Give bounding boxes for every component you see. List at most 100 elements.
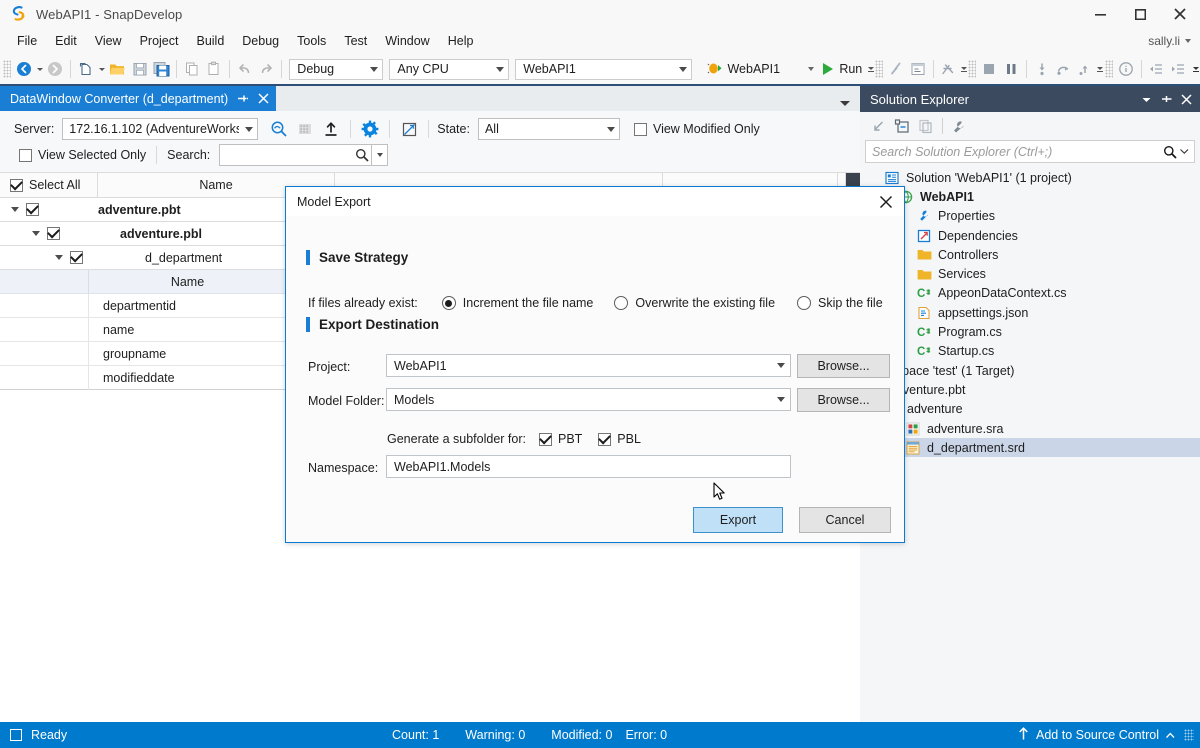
view-selected-only-checkbox[interactable]: View Selected Only [19, 148, 146, 162]
preview-search-icon[interactable] [266, 117, 292, 141]
tree-node-appeondatacontext[interactable]: C AppeonDataContext.cs [860, 284, 1200, 303]
save-all-icon[interactable] [151, 57, 173, 81]
pause-icon[interactable] [1000, 57, 1022, 81]
menu-window[interactable]: Window [376, 31, 438, 51]
new-item-icon[interactable] [75, 57, 97, 81]
select-all-checkbox[interactable]: Select All [0, 172, 98, 198]
checkbox-box[interactable] [26, 203, 39, 216]
inner-column-header-name[interactable]: Name [88, 269, 287, 294]
close-button[interactable] [1160, 0, 1200, 28]
view-modified-only-checkbox[interactable]: View Modified Only [633, 122, 760, 136]
checkbox-box[interactable] [70, 251, 83, 264]
model-folder-combo[interactable]: Models [386, 388, 791, 411]
subfolder-pbl-checkbox[interactable]: PBL [598, 432, 641, 446]
menu-view[interactable]: View [86, 31, 131, 51]
build-hammer-icon[interactable] [885, 57, 907, 81]
radio-skip-the-file[interactable]: Skip the file [797, 296, 883, 310]
project-combo[interactable]: WebAPI1 [386, 354, 791, 377]
tree-node-program-cs[interactable]: C Program.cs [860, 322, 1200, 341]
expander-icon[interactable] [32, 231, 40, 236]
open-folder-icon[interactable] [107, 57, 129, 81]
close-icon[interactable] [1178, 89, 1194, 109]
startup-target-combo[interactable]: WebAPI1 [700, 59, 818, 80]
info-circle-icon[interactable] [1115, 57, 1137, 81]
attach-process-icon[interactable] [938, 57, 960, 81]
step-into-icon[interactable] [1031, 57, 1053, 81]
gear-icon[interactable] [357, 117, 383, 141]
tree-node-startup-cs[interactable]: C Startup.cs [860, 342, 1200, 361]
stop-icon[interactable] [978, 57, 1000, 81]
checkbox-box[interactable] [47, 227, 60, 240]
copy-icon[interactable] [181, 57, 203, 81]
run-button[interactable]: Run [821, 57, 866, 81]
tab-datawindow-converter[interactable]: DataWindow Converter (d_department) [0, 86, 277, 111]
wrench-icon[interactable] [947, 115, 971, 137]
radio-increment-file-name[interactable]: Increment the file name [441, 296, 593, 310]
navigate-forward-icon[interactable] [45, 57, 67, 81]
menu-help[interactable]: Help [439, 31, 483, 51]
outdent-icon[interactable] [1146, 57, 1168, 81]
new-item-dropdown[interactable] [97, 57, 107, 81]
resize-grip[interactable] [1184, 729, 1195, 741]
redo-icon[interactable] [256, 57, 278, 81]
compare-icon[interactable] [396, 117, 422, 141]
configuration-combo[interactable]: Debug [289, 58, 384, 80]
search-dropdown-button[interactable] [371, 144, 389, 166]
pin-icon[interactable] [1158, 89, 1174, 109]
project-combo[interactable]: WebAPI1 [515, 58, 693, 80]
tree-node-services[interactable]: Services [860, 264, 1200, 283]
collapse-all-icon[interactable] [866, 115, 890, 137]
paste-icon[interactable] [203, 57, 225, 81]
attach-overflow-icon[interactable] [959, 57, 968, 81]
tab-overflow-caret-icon[interactable] [840, 101, 850, 106]
menu-test[interactable]: Test [335, 31, 376, 51]
step-out-icon[interactable] [1074, 57, 1096, 81]
menu-file[interactable]: File [8, 31, 46, 51]
export-upload-icon[interactable] [318, 117, 344, 141]
toolbar-grip[interactable] [875, 60, 884, 78]
subfolder-pbt-checkbox[interactable]: PBT [538, 432, 582, 446]
menu-build[interactable]: Build [187, 31, 233, 51]
menu-project[interactable]: Project [131, 31, 188, 51]
model-folder-browse-button[interactable]: Browse... [797, 388, 890, 412]
platform-combo[interactable]: Any CPU [389, 58, 510, 80]
expander-icon[interactable] [55, 255, 63, 260]
tree-node-properties[interactable]: Properties [860, 207, 1200, 226]
export-button[interactable]: Export [693, 507, 783, 533]
indent-icon[interactable] [1167, 57, 1189, 81]
state-combo[interactable]: All [477, 118, 620, 140]
server-combo[interactable]: 172.16.1.102 (AdventureWorks2( [62, 118, 259, 140]
tree-node-adventure-pbt[interactable]: adventure.pbt [860, 380, 1200, 399]
toolbar-overflow-icon[interactable] [1191, 57, 1200, 81]
menu-debug[interactable]: Debug [233, 31, 288, 51]
designer-icon[interactable] [907, 57, 929, 81]
expander-icon[interactable] [11, 207, 19, 212]
undo-icon[interactable] [234, 57, 256, 81]
step-overflow-icon[interactable] [1096, 57, 1105, 81]
add-to-source-control-button[interactable]: Add to Source Control [1018, 727, 1175, 743]
step-over-icon[interactable] [1052, 57, 1074, 81]
menu-edit[interactable]: Edit [46, 31, 86, 51]
tree-node-appsettings[interactable]: appsettings.json [860, 303, 1200, 322]
toolbar-grip[interactable] [968, 60, 977, 78]
tree-node-workspace[interactable]: Workspace 'test' (1 Target) [860, 361, 1200, 380]
tree-node-webapi1[interactable]: WebAPI1 [860, 187, 1200, 206]
toolbar-grip[interactable] [1104, 60, 1113, 78]
minimize-button[interactable] [1080, 0, 1120, 28]
grid-icon[interactable] [292, 117, 318, 141]
tree-node-d-department-srd[interactable]: d_department.srd [860, 438, 1200, 458]
user-account-menu[interactable]: sally.li [1148, 34, 1191, 48]
tree-node-adventure-library[interactable]: adventure [860, 400, 1200, 419]
chevron-down-icon[interactable] [1138, 89, 1154, 109]
radio-overwrite-existing-file[interactable]: Overwrite the existing file [614, 296, 775, 310]
tree-node-dependencies[interactable]: Dependencies [860, 226, 1200, 245]
close-icon[interactable] [256, 91, 270, 107]
run-overflow-icon[interactable] [866, 57, 875, 81]
pin-icon[interactable] [235, 91, 249, 107]
dialog-close-button[interactable] [868, 187, 904, 216]
cancel-button[interactable]: Cancel [799, 507, 891, 533]
tree-node-controllers[interactable]: Controllers [860, 245, 1200, 264]
show-all-files-icon[interactable] [890, 115, 914, 137]
namespace-input[interactable]: WebAPI1.Models [386, 455, 791, 478]
toolbar-grip[interactable] [3, 60, 11, 78]
